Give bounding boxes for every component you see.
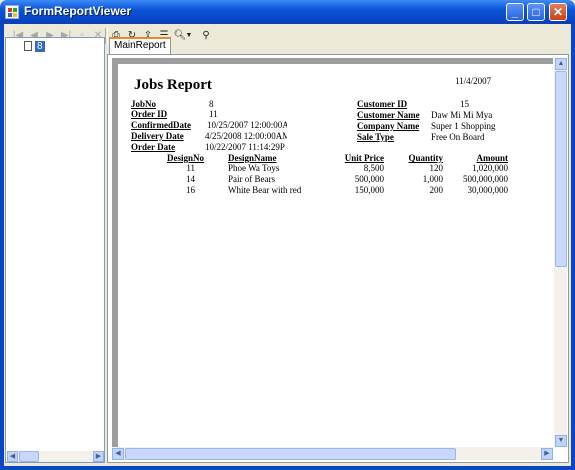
scroll-left-icon[interactable]: ◀ — [112, 448, 124, 460]
scroll-right-icon[interactable]: ▶ — [93, 451, 104, 462]
report-title: Jobs Report — [134, 77, 212, 93]
tree-node-label: 8 — [35, 40, 45, 52]
field-value-customer-id: 15 — [460, 99, 469, 109]
field-label-order-date: Order Date — [131, 142, 176, 152]
cell-amount: 1,020,000 — [472, 163, 508, 173]
cell-quantity: 1,000 — [422, 174, 443, 184]
report-viewer: Jobs Report 11/4/2007 JobNo 8 Order ID 1… — [107, 54, 569, 463]
cell-amount: 500,000,000 — [463, 174, 508, 184]
scroll-up-icon[interactable]: ▲ — [555, 58, 567, 70]
cell-design-no: 11 — [186, 163, 195, 173]
field-value-customer-name: Daw Mi Mi Mya — [431, 110, 493, 120]
cell-unit-price: 150,000 — [354, 185, 384, 195]
field-value-jobno: 8 — [209, 99, 214, 109]
scroll-left-icon[interactable]: ◀ — [7, 451, 18, 462]
page-icon — [24, 41, 32, 51]
scroll-right-icon[interactable]: ▶ — [541, 448, 553, 460]
scroll-thumb[interactable] — [125, 448, 456, 460]
title-bar: FormReportViewer _ □ ✕ — [0, 0, 575, 24]
tree-node[interactable]: 8 — [24, 40, 45, 52]
field-value-order-date: 10/22/2007 11:14:29P — [205, 142, 285, 152]
cell-quantity: 120 — [429, 163, 444, 173]
scroll-thumb[interactable] — [555, 71, 567, 267]
tab-main-report[interactable]: MainReport — [109, 37, 171, 54]
cell-quantity: 200 — [429, 185, 444, 195]
field-label-jobno: JobNo — [131, 99, 157, 109]
cell-design-name: White Bear with red — [228, 185, 302, 195]
field-label-sale-type: Sale Type — [357, 132, 394, 142]
column-header-quantity: Quantity — [408, 153, 443, 163]
column-header-design-name: DesignName — [228, 153, 277, 163]
cell-design-no: 16 — [186, 185, 195, 195]
window-frame-left — [0, 24, 4, 470]
tab-strip: MainReport — [107, 37, 569, 54]
field-label-order-id: Order ID — [131, 109, 168, 119]
window-frame-right — [571, 24, 575, 470]
field-label-customer-id: Customer ID — [357, 99, 408, 109]
field-value-delivery-date: 4/25/2008 12:00:00AM — [205, 131, 287, 141]
minimize-button[interactable]: _ — [506, 3, 524, 21]
scroll-down-icon[interactable]: ▼ — [555, 435, 567, 447]
cell-amount: 30,000,000 — [467, 185, 509, 195]
cell-design-name: Phoe Wa Toys — [228, 163, 280, 173]
field-value-sale-type: Free On Board — [431, 132, 485, 142]
field-value-company-name: Super 1 Shopping — [431, 121, 496, 131]
window-title: FormReportViewer — [24, 4, 132, 18]
close-button[interactable]: ✕ — [549, 3, 567, 21]
cell-unit-price: 8,500 — [363, 163, 384, 173]
report-page: Jobs Report 11/4/2007 JobNo 8 Order ID 1… — [118, 64, 553, 447]
scroll-thumb[interactable] — [19, 451, 39, 462]
report-canvas: Jobs Report 11/4/2007 JobNo 8 Order ID 1… — [112, 58, 553, 447]
field-value-order-id: 11 — [209, 109, 218, 119]
field-label-delivery-date: Delivery Date — [131, 131, 184, 141]
tree-horizontal-scrollbar[interactable]: ◀ ▶ — [7, 451, 104, 462]
app-icon — [5, 5, 19, 19]
maximize-button[interactable]: □ — [527, 3, 545, 21]
column-header-amount: Amount — [476, 153, 508, 163]
field-label-customer-name: Customer Name — [357, 110, 420, 120]
field-label-confirmed-date: ConfirmedDate — [131, 120, 191, 130]
group-tree-panel: 8 — [5, 37, 105, 463]
cell-design-no: 14 — [186, 174, 195, 184]
column-header-design-no: DesignNo — [167, 153, 205, 163]
report-vertical-scrollbar[interactable]: ▲ ▼ — [554, 58, 567, 447]
cell-design-name: Pair of Bears — [228, 174, 275, 184]
cell-unit-price: 500,000 — [354, 174, 384, 184]
report-date: 11/4/2007 — [455, 76, 492, 86]
column-header-unit-price: Unit Price — [344, 153, 384, 163]
window-frame-bottom — [0, 466, 575, 470]
field-label-company-name: Company Name — [357, 121, 420, 131]
field-value-confirmed-date: 10/25/2007 12:00:00A — [207, 120, 287, 130]
report-horizontal-scrollbar[interactable]: ◀ ▶ — [112, 447, 553, 460]
